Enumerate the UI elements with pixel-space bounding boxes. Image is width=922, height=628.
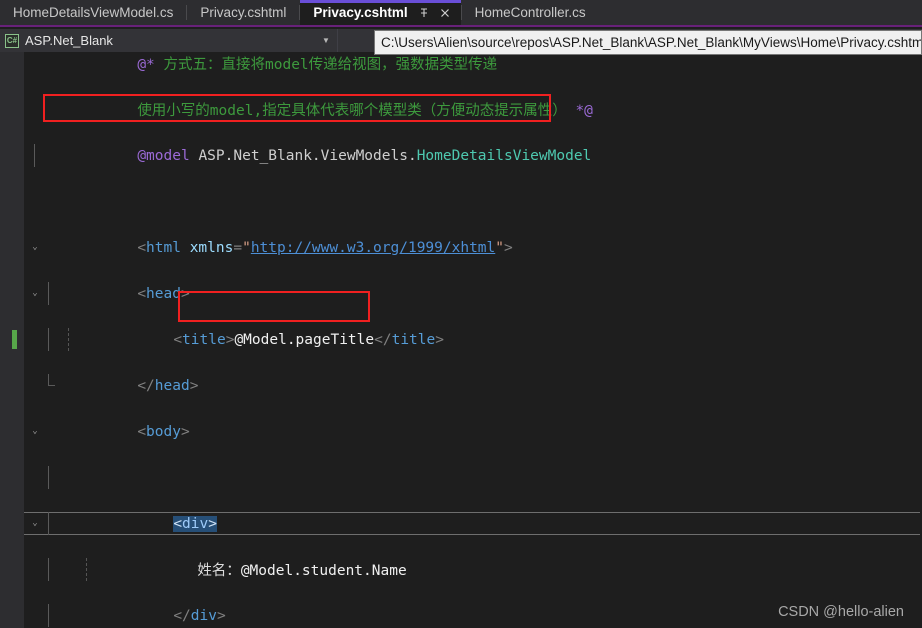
model-type: HomeDetailsViewModel [416, 147, 592, 164]
tab-label: HomeDetailsViewModel.cs [13, 5, 174, 20]
title-expression: @Model.pageTitle [234, 331, 375, 348]
project-dropdown[interactable]: C# ASP.Net_Blank ▼ [0, 29, 338, 52]
code-line-blank-2 [24, 466, 922, 489]
code-line-title: <title>@Model.pageTitle</title> [12, 328, 922, 351]
code-line-body-open: ⌄ <body> [24, 420, 922, 443]
code-line-student-name: 姓名：@Model.student.Name [24, 558, 922, 581]
model-namespace: ASP.Net_Blank.ViewModels. [198, 147, 417, 164]
name-expression: @Model.student.Name [240, 563, 407, 579]
xmlns-url[interactable]: http://www.w3.org/1999/xhtml [251, 240, 495, 256]
code-line-div-open-1[interactable]: ⌄ <div> [24, 512, 922, 535]
razor-model-keyword: @model [137, 147, 190, 164]
fold-chevron-icon[interactable]: ⌄ [28, 420, 42, 443]
editor-tab-strip: HomeDetailsViewModel.cs Privacy.cshtml P… [0, 0, 922, 27]
code-line-comment-2: 使用小写的model,指定具体代表哪个模型类（方便动态提示属性） *@ [24, 98, 922, 121]
visual-studio-window: HomeDetailsViewModel.cs Privacy.cshtml P… [0, 0, 922, 628]
close-icon[interactable] [436, 3, 455, 22]
code-line-model-directive: @model ASP.Net_Blank.ViewModels.HomeDeta… [24, 144, 922, 167]
razor-comment-close: *@ [575, 103, 593, 119]
chevron-down-icon[interactable]: ▼ [319, 36, 333, 45]
tab-label: Privacy.cshtml [313, 5, 408, 20]
fold-chevron-icon[interactable]: ⌄ [28, 512, 42, 535]
csharp-project-icon: C# [5, 33, 19, 48]
pin-icon[interactable] [415, 3, 434, 22]
file-path-text: C:\Users\Alien\source\repos\ASP.Net_Blan… [381, 35, 922, 50]
code-line-blank-1 [24, 190, 922, 213]
fold-guide [48, 466, 49, 489]
fold-chevron-icon[interactable]: ⌄ [28, 236, 42, 259]
code-line-head-open: ⌄ <head> [24, 282, 922, 305]
project-name: ASP.Net_Blank [25, 33, 113, 48]
code-editor[interactable]: @* 方式五：直接将model传递给视图，强数据类型传递 使用小写的model,… [0, 52, 922, 628]
tab-home-details-view-model[interactable]: HomeDetailsViewModel.cs [0, 0, 187, 25]
tab-home-controller[interactable]: HomeController.cs [461, 0, 599, 25]
tab-label: Privacy.cshtml [200, 5, 287, 20]
watermark: CSDN @hello-alien [778, 604, 904, 620]
tab-privacy-cshtml-active[interactable]: Privacy.cshtml [300, 0, 461, 25]
tab-label: HomeController.cs [474, 5, 586, 20]
code-text-area[interactable]: @* 方式五：直接将model传递给视图，强数据类型传递 使用小写的model,… [12, 52, 922, 628]
name-label: 姓名： [197, 563, 241, 579]
change-marker [12, 330, 17, 349]
code-line-html-open: ⌄ <html xmlns="http://www.w3.org/1999/xh… [24, 236, 922, 259]
fold-chevron-icon[interactable]: ⌄ [28, 282, 42, 305]
comment-text-line1: 方式五：直接将model传递给视图，强数据类型传递 [163, 57, 498, 73]
comment-text-line2: 使用小写的model,指定具体代表哪个模型类（方便动态提示属性） [137, 103, 567, 119]
tab-action-group [415, 3, 455, 22]
razor-comment-open: @* [137, 57, 155, 73]
code-line-head-close: </head> [24, 374, 922, 397]
code-line-comment-1: @* 方式五：直接将model传递给视图，强数据类型传递 [24, 52, 922, 75]
selected-text-div-tag[interactable]: <div> [173, 515, 217, 532]
file-path-tooltip: C:\Users\Alien\source\repos\ASP.Net_Blan… [374, 30, 922, 55]
tab-privacy-cshtml-1[interactable]: Privacy.cshtml [187, 0, 300, 25]
